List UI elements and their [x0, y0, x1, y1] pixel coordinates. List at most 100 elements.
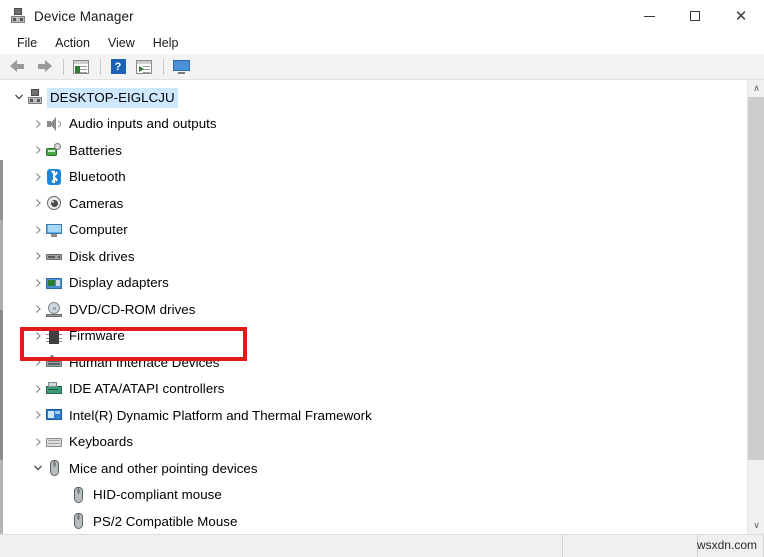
- toolbar: ?: [0, 54, 764, 80]
- chevron-right-icon[interactable]: [30, 434, 46, 450]
- keyboard-icon: [46, 434, 62, 450]
- menu-action[interactable]: Action: [46, 34, 99, 52]
- right-arrow-icon: [36, 60, 52, 73]
- chevron-right-icon[interactable]: [30, 328, 46, 344]
- tree-item[interactable]: Disk drives: [0, 243, 730, 270]
- menu-file[interactable]: File: [8, 34, 46, 52]
- tree-item-label: Disk drives: [69, 248, 135, 264]
- mouse-icon: [70, 513, 86, 530]
- chevron-right-icon[interactable]: [30, 195, 46, 211]
- tree-item-label: Intel(R) Dynamic Platform and Thermal Fr…: [69, 407, 372, 423]
- tree-item-label: Computer: [69, 222, 128, 238]
- tree-item-label: Keyboards: [69, 434, 134, 450]
- left-arrow-icon: [10, 60, 26, 73]
- tree-item-label: PS/2 Compatible Mouse: [93, 513, 238, 529]
- status-pane-3: wsxdn.com: [696, 534, 764, 557]
- tree-item[interactable]: Audio inputs and outputs: [0, 111, 730, 138]
- mouse-icon: [46, 460, 62, 477]
- scan-hardware-icon: [172, 59, 190, 74]
- update-driver-icon: [136, 59, 152, 74]
- tree-item-label: Display adapters: [69, 275, 169, 291]
- tree-item[interactable]: Cameras: [0, 190, 730, 217]
- camera-icon: [46, 195, 62, 211]
- menu-bar: File Action View Help: [0, 32, 764, 54]
- tree-item[interactable]: HID-compliant mouse: [0, 482, 730, 509]
- tree-item[interactable]: Keyboards: [0, 429, 730, 456]
- tree-item[interactable]: Mice and other pointing devices: [0, 455, 730, 482]
- tree-item[interactable]: DESKTOP-EIGLCJU: [0, 84, 730, 111]
- properties-icon: [73, 59, 89, 74]
- chevron-right-icon[interactable]: [30, 142, 46, 158]
- speaker-icon: [46, 116, 62, 132]
- toolbar-separator-1: [63, 58, 64, 75]
- back-button[interactable]: [6, 56, 30, 78]
- dvd-drive-icon: [46, 301, 62, 318]
- chevron-right-icon[interactable]: [30, 248, 46, 264]
- help-button[interactable]: ?: [106, 56, 130, 78]
- maximize-button[interactable]: [672, 0, 718, 32]
- status-bar: wsxdn.com: [0, 534, 764, 557]
- tree-item-label: Batteries: [69, 142, 122, 158]
- chevron-right-icon[interactable]: [30, 116, 46, 132]
- menu-help[interactable]: Help: [144, 34, 188, 52]
- tree-item[interactable]: DVD/CD-ROM drives: [0, 296, 730, 323]
- chevron-right-icon[interactable]: [30, 381, 46, 397]
- tree-item[interactable]: Computer: [0, 217, 730, 244]
- computer-icon: [27, 89, 43, 105]
- device-manager-window: Device Manager ✕ File Action View Help ?…: [0, 0, 764, 557]
- tree-item[interactable]: Firmware: [0, 323, 730, 350]
- toolbar-separator-3: [163, 58, 164, 75]
- tree-item-label: Audio inputs and outputs: [69, 116, 217, 132]
- tree-item[interactable]: Batteries: [0, 137, 730, 164]
- menu-view[interactable]: View: [99, 34, 144, 52]
- tree-item-label: Bluetooth: [69, 169, 126, 185]
- chevron-right-icon[interactable]: [30, 169, 46, 185]
- tree-item-label: Cameras: [69, 195, 124, 211]
- chevron-right-icon[interactable]: [30, 301, 46, 317]
- chevron-down-icon[interactable]: [30, 460, 46, 476]
- chevron-right-icon[interactable]: [30, 222, 46, 238]
- firmware-chip-icon: [46, 327, 62, 344]
- tree-item[interactable]: Intel(R) Dynamic Platform and Thermal Fr…: [0, 402, 730, 429]
- help-icon: ?: [110, 59, 126, 74]
- tree-item-label: Firmware: [69, 328, 125, 344]
- watermark: wsxdn.com: [696, 537, 757, 552]
- bluetooth-icon: [46, 168, 62, 185]
- window-controls: ✕: [626, 0, 764, 32]
- window-title: Device Manager: [34, 8, 134, 24]
- chevron-right-icon[interactable]: [30, 275, 46, 291]
- tree-item[interactable]: Display adapters: [0, 270, 730, 297]
- properties-button[interactable]: [69, 56, 93, 78]
- ide-controller-icon: [46, 381, 62, 397]
- update-driver-button[interactable]: [132, 56, 156, 78]
- forward-button[interactable]: [32, 56, 56, 78]
- display-adapter-icon: [46, 275, 62, 291]
- hid-icon: [46, 354, 62, 370]
- tree-item-label: DVD/CD-ROM drives: [69, 301, 196, 317]
- scrollbar-thumb[interactable]: [748, 97, 764, 460]
- device-tree[interactable]: DESKTOP-EIGLCJU Audio inputs and outputs B…: [0, 84, 730, 534]
- vertical-scrollbar[interactable]: ∧ ∨: [747, 80, 764, 534]
- battery-icon: [46, 142, 62, 158]
- close-button[interactable]: ✕: [718, 0, 764, 32]
- tree-item[interactable]: Bluetooth: [0, 164, 730, 191]
- chevron-right-icon[interactable]: [30, 407, 46, 423]
- tree-item-label: DESKTOP-EIGLCJU: [47, 87, 178, 108]
- scan-hardware-button[interactable]: [169, 56, 193, 78]
- chevron-down-icon[interactable]: [11, 89, 27, 105]
- tree-item-label: IDE ATA/ATAPI controllers: [69, 381, 225, 397]
- tree-item[interactable]: PS/2 Compatible Mouse: [0, 508, 730, 534]
- tree-item-label: Human Interface Devices: [69, 354, 220, 370]
- tree-item[interactable]: IDE ATA/ATAPI controllers: [0, 376, 730, 403]
- scroll-down-button[interactable]: ∨: [748, 517, 764, 534]
- device-tree-panel[interactable]: DESKTOP-EIGLCJU Audio inputs and outputs B…: [0, 80, 764, 534]
- status-pane-2: [563, 534, 698, 557]
- intel-platform-icon: [46, 407, 62, 423]
- mouse-icon: [70, 486, 86, 503]
- scroll-up-button[interactable]: ∧: [748, 80, 764, 97]
- chevron-right-icon[interactable]: [30, 354, 46, 370]
- minimize-button[interactable]: [626, 0, 672, 32]
- tree-item[interactable]: Human Interface Devices: [0, 349, 730, 376]
